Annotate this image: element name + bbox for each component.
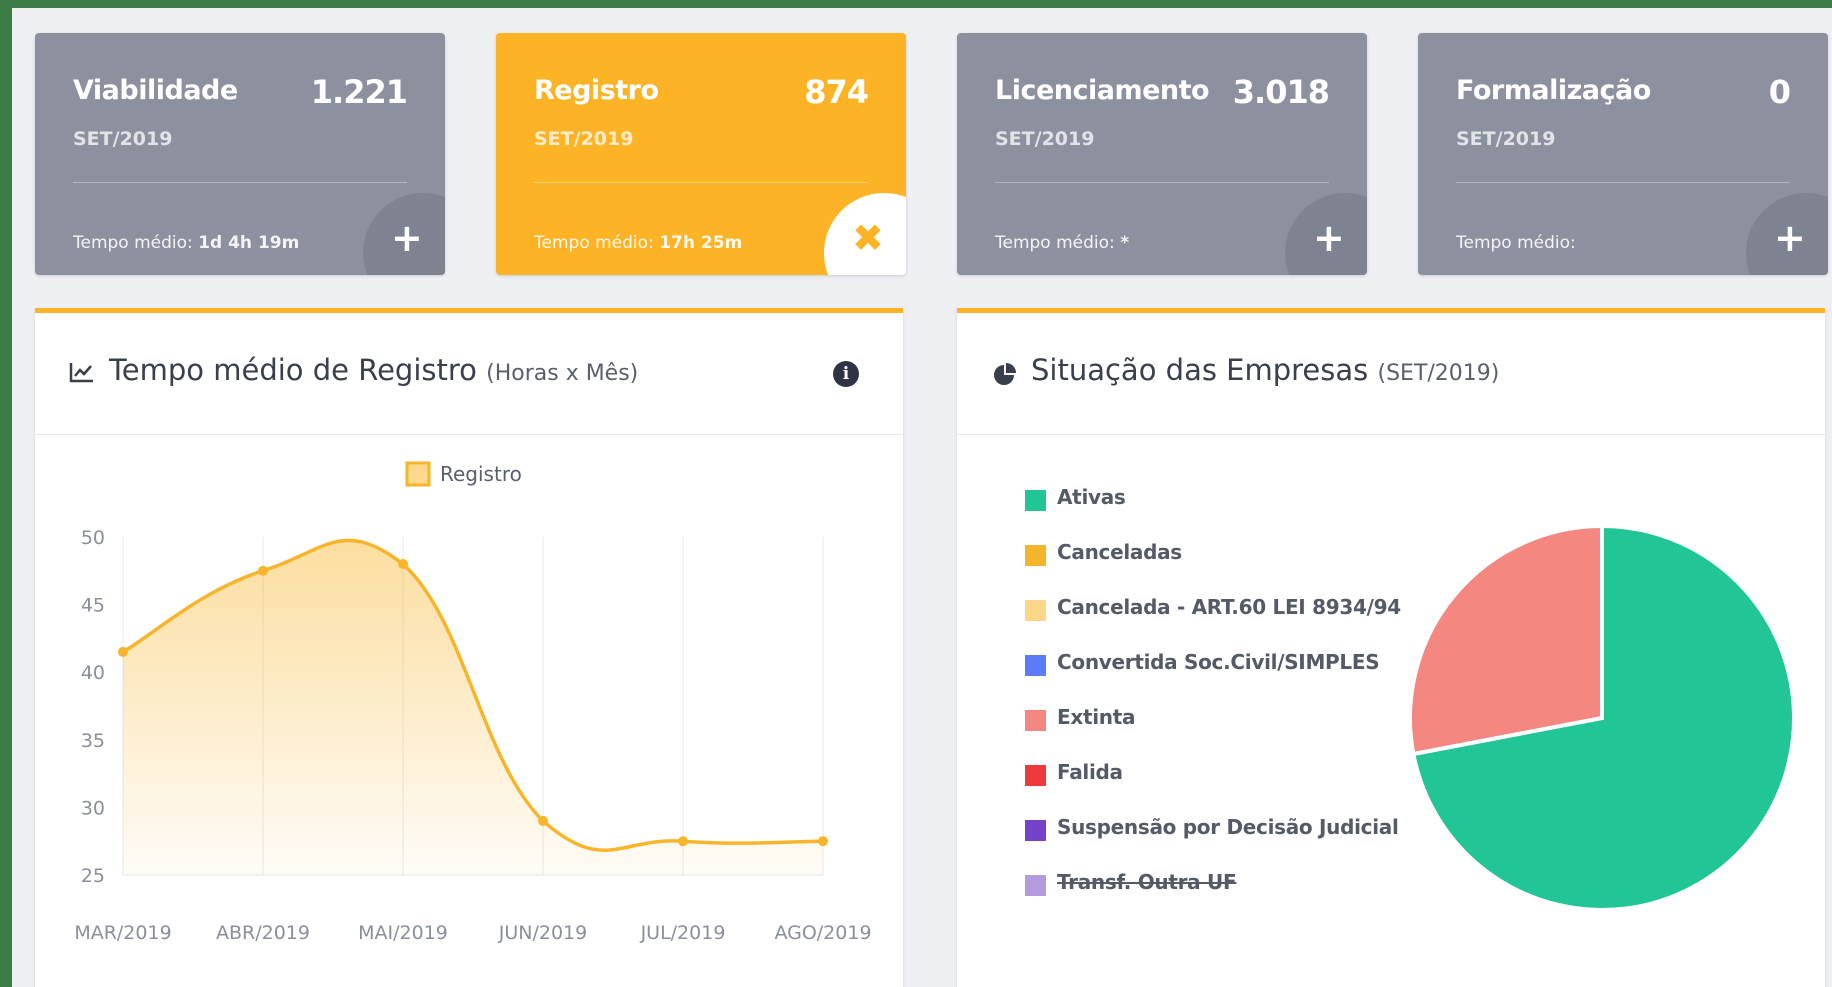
kpi-period: SET/2019 (1456, 128, 1556, 150)
line-chart-icon (69, 363, 93, 383)
panel-title: Tempo médio de Registro (Horas x Mês) (109, 353, 638, 387)
legend-label: Registro (440, 462, 522, 486)
plus-icon: + (1774, 216, 1806, 260)
line-chart: 25 30 35 40 45 50 MAR/2019 ABR/2019 MAI/2019 JUN/… (74, 461, 872, 944)
kpi-average-time: Tempo médio: * (995, 233, 1129, 253)
kpi-average-label: Tempo médio: (995, 233, 1115, 253)
x-tick-label: MAI/2019 (358, 922, 448, 944)
plus-icon: + (1313, 216, 1345, 260)
y-tick-label: 40 (81, 662, 105, 684)
y-tick-label: 30 (81, 797, 105, 819)
kpi-average-label: Tempo médio: (1456, 233, 1576, 253)
kpi-divider (73, 182, 407, 183)
kpi-average-label: Tempo médio: (534, 233, 654, 253)
legend-swatch (405, 461, 431, 487)
panel-header: Tempo médio de Registro (Horas x Mês) i (35, 313, 903, 435)
kpi-divider (534, 182, 868, 183)
kpi-card-licenciamento[interactable]: Licenciamento 3.018 SET/2019 Tempo médio… (957, 33, 1367, 275)
kpi-title: Viabilidade (73, 75, 238, 106)
plus-icon: + (391, 216, 423, 260)
data-point[interactable] (818, 836, 828, 847)
kpi-value: 874 (804, 73, 869, 111)
y-tick-label: 25 (81, 865, 105, 887)
kpi-expand-button[interactable]: + (1746, 193, 1828, 275)
x-tick-label: ABR/2019 (216, 922, 310, 944)
x-tick-label: MAR/2019 (74, 922, 171, 944)
kpi-average-value: 17h 25m (659, 233, 743, 253)
info-icon[interactable]: i (833, 361, 859, 387)
data-point[interactable] (538, 815, 548, 826)
kpi-divider (995, 182, 1329, 183)
kpi-period: SET/2019 (73, 128, 173, 150)
area-fill (123, 540, 823, 875)
x-tick-label: JUN/2019 (498, 922, 587, 944)
kpi-average-value: * (1120, 233, 1130, 253)
kpi-divider (1456, 182, 1790, 183)
data-point[interactable] (398, 559, 408, 570)
company-status-panel: Situação das Empresas (SET/2019) Ativas C… (957, 308, 1825, 987)
registro-time-panel: Tempo médio de Registro (Horas x Mês) i … (35, 308, 903, 987)
chart-legend[interactable]: Registro (405, 461, 522, 487)
close-icon: ✖ (852, 216, 884, 260)
x-tick-label: JUL/2019 (640, 922, 726, 944)
kpi-title: Registro (534, 75, 659, 106)
kpi-value: 3.018 (1232, 73, 1330, 111)
y-tick-label: 50 (81, 527, 105, 549)
kpi-average-value: 1d 4h 19m (198, 233, 300, 253)
kpi-value: 0 (1768, 73, 1791, 111)
kpi-expand-button[interactable]: + (363, 193, 445, 275)
kpi-card-formalizacao[interactable]: Formalização 0 SET/2019 Tempo médio: + (1418, 33, 1828, 275)
data-point[interactable] (118, 646, 128, 657)
y-tick-label: 35 (81, 730, 105, 752)
kpi-average-time: Tempo médio: 1d 4h 19m (73, 233, 299, 253)
dashboard: Viabilidade 1.221 SET/2019 Tempo médio: … (12, 8, 1832, 987)
kpi-average-time: Tempo médio: (1456, 233, 1576, 253)
y-tick-label: 45 (81, 595, 105, 617)
kpi-card-viabilidade[interactable]: Viabilidade 1.221 SET/2019 Tempo médio: … (35, 33, 445, 275)
kpi-average-label: Tempo médio: (73, 233, 193, 253)
kpi-expand-button[interactable]: + (1285, 193, 1367, 275)
kpi-period: SET/2019 (534, 128, 634, 150)
kpi-period: SET/2019 (995, 128, 1095, 150)
data-point[interactable] (258, 565, 268, 576)
kpi-close-button[interactable]: ✖ (824, 193, 906, 275)
pie-chart (1408, 523, 1796, 912)
pie-slice-extinta[interactable] (1408, 523, 1604, 757)
panel-subtitle: (Horas x Mês) (486, 361, 639, 386)
kpi-title: Formalização (1456, 75, 1651, 106)
panel-title-text: Tempo médio de Registro (109, 353, 477, 387)
kpi-value: 1.221 (310, 73, 408, 111)
kpi-title: Licenciamento (995, 75, 1210, 106)
data-point[interactable] (678, 836, 688, 847)
x-tick-label: AGO/2019 (774, 922, 871, 944)
kpi-average-time: Tempo médio: 17h 25m (534, 233, 742, 253)
kpi-card-registro[interactable]: Registro 874 SET/2019 Tempo médio: 17h 2… (496, 33, 906, 275)
